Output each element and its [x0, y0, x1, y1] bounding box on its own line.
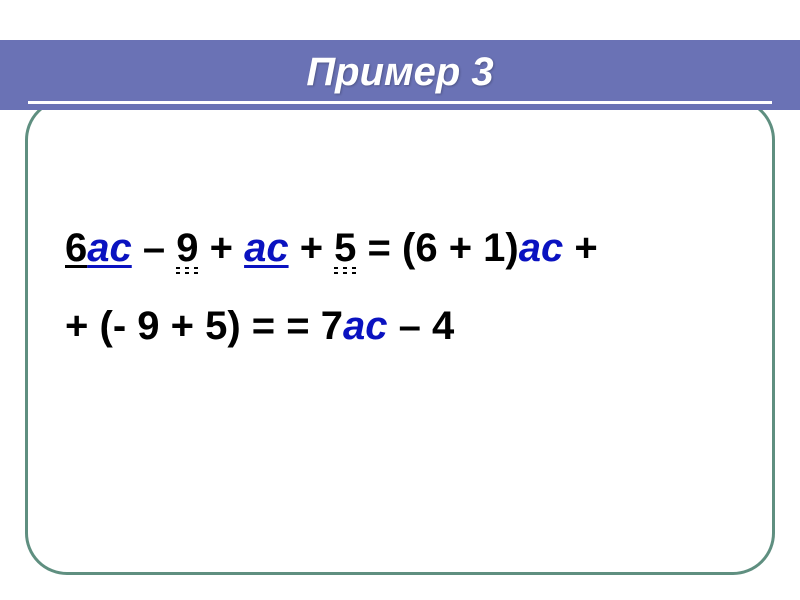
slide: Пример 3 6ас – 9 + ас + 5 = (6 + 1)ас + …	[0, 0, 800, 600]
title-bar: Пример 3	[0, 40, 800, 110]
content-frame	[25, 98, 775, 575]
title-underline	[28, 101, 772, 104]
slide-title: Пример 3	[0, 50, 800, 95]
